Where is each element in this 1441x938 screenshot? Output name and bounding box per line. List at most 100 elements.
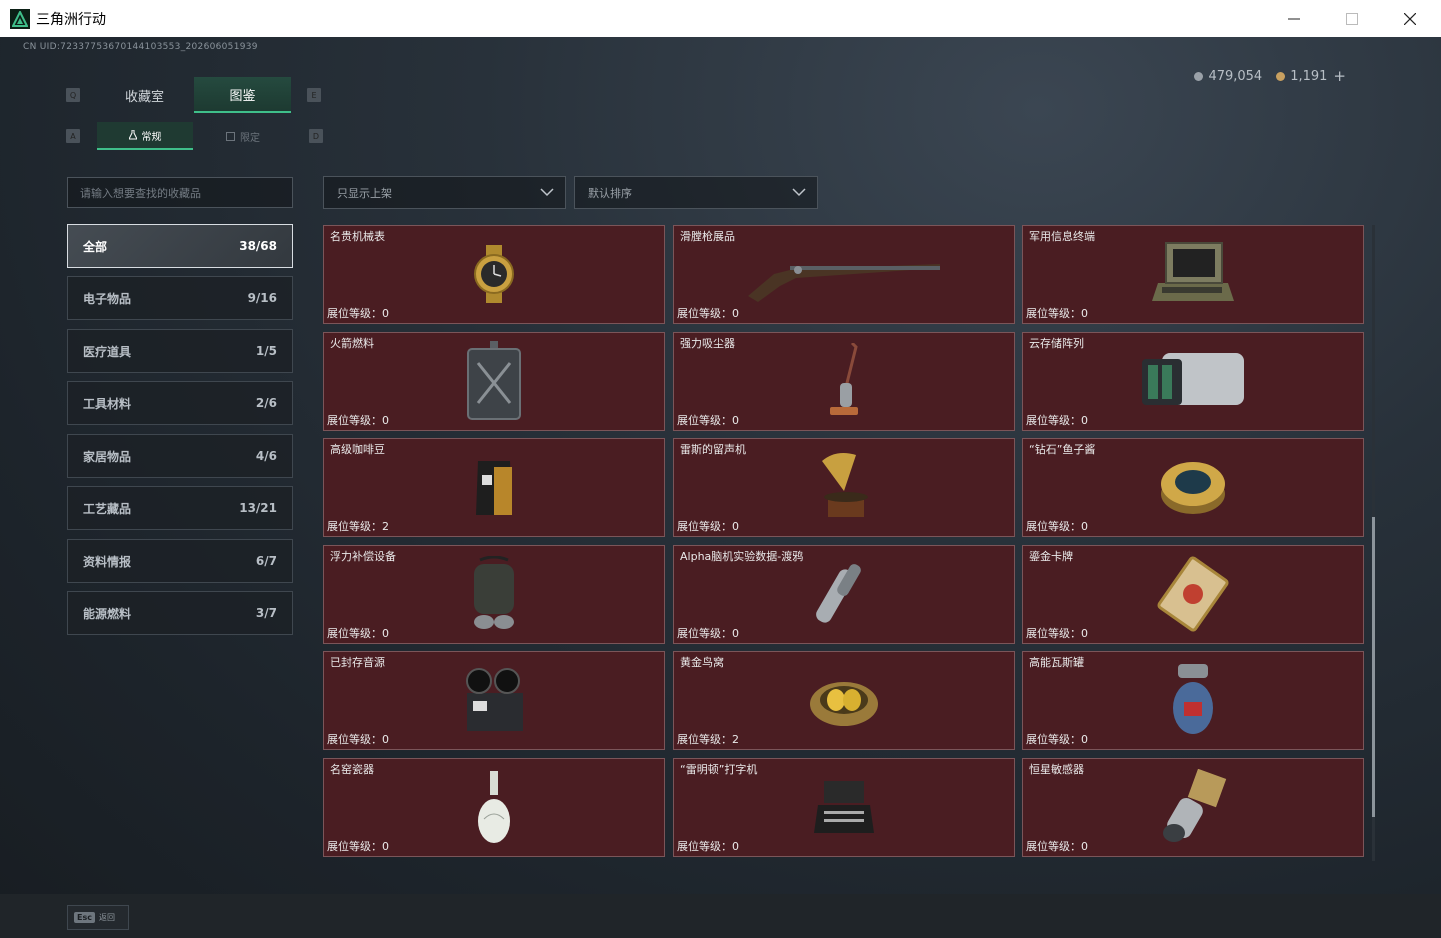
level-label: 展位等级：	[1026, 733, 1081, 746]
category-all[interactable]: 全部 38/68	[67, 224, 293, 268]
level-value: 0	[1081, 733, 1088, 746]
buoyancy-device-icon	[474, 556, 514, 629]
item-card[interactable]: 已封存音源 展位等级：0	[323, 651, 665, 750]
maximize-button[interactable]	[1323, 0, 1381, 37]
level-label: 展位等级：	[677, 733, 732, 746]
level-value: 0	[382, 733, 389, 746]
display-filter-value: 只显示上架	[337, 186, 392, 200]
bond-icon	[1276, 71, 1286, 81]
reel-recorder-icon	[466, 668, 523, 731]
display-filter-dropdown[interactable]: 只显示上架	[323, 176, 566, 209]
level-value: 0	[732, 307, 739, 320]
item-level: 展位等级：0	[677, 412, 739, 428]
item-card[interactable]: 滑膛枪展品 展位等级：0	[673, 225, 1015, 324]
subtab-limited[interactable]: 限定	[195, 122, 291, 150]
item-name: 高级咖啡豆	[330, 443, 385, 456]
item-card[interactable]: 黄金鸟窝 展位等级：2	[673, 651, 1015, 750]
item-card[interactable]: Alpha脑机实验数据-渡鸦 展位等级：0	[673, 545, 1015, 644]
category-label: 医疗道具	[83, 344, 132, 359]
item-card[interactable]: 云存储阵列 展位等级：0	[1022, 332, 1364, 431]
search-placeholder: 请输入想要查找的收藏品	[80, 186, 201, 200]
app-logo-icon	[10, 8, 30, 29]
item-card[interactable]: 名窑瓷器 展位等级：0	[323, 758, 665, 857]
category-label: 能源燃料	[83, 606, 132, 621]
level-label: 展位等级：	[327, 627, 382, 640]
category-tools[interactable]: 工具材料 2/6	[67, 381, 293, 425]
maximize-icon	[1346, 12, 1358, 25]
window-titlebar: 三角洲行动	[0, 0, 1441, 37]
item-level: 展位等级：0	[1026, 731, 1088, 747]
item-card[interactable]: 军用信息终端 展位等级：0	[1022, 225, 1364, 324]
level-label: 展位等级：	[677, 840, 732, 853]
level-label: 展位等级：	[1026, 414, 1081, 427]
coffee-bag-icon	[476, 461, 512, 515]
search-input[interactable]: 请输入想要查找的收藏品	[67, 177, 293, 208]
tab-label: 收藏室	[124, 89, 164, 105]
item-level: 展位等级：0	[327, 305, 389, 321]
item-card[interactable]: 名贵机械表 展位等级：0	[323, 225, 665, 324]
tab-prev-key[interactable]: Q	[66, 88, 80, 102]
item-level: 展位等级：0	[327, 625, 389, 641]
gramophone-icon	[822, 453, 868, 517]
category-intel[interactable]: 资料情报 6/7	[67, 539, 293, 583]
level-value: 0	[732, 520, 739, 533]
category-crafts[interactable]: 工艺藏品 13/21	[67, 486, 293, 530]
category-count: 9/16	[247, 291, 277, 305]
level-label: 展位等级：	[677, 627, 732, 640]
item-level: 展位等级：2	[677, 731, 739, 747]
item-level: 展位等级：0	[677, 518, 739, 534]
category-label: 工艺藏品	[83, 501, 132, 516]
item-card[interactable]: 强力吸尘器 展位等级：0	[673, 332, 1015, 431]
tab-next-key[interactable]: E	[307, 88, 321, 102]
item-grid-scroll-thumb[interactable]	[1372, 517, 1375, 817]
item-level: 展位等级：0	[677, 625, 739, 641]
minimize-button[interactable]	[1265, 0, 1323, 37]
category-electronics[interactable]: 电子物品 9/16	[67, 276, 293, 320]
subtab-regular[interactable]: 常规	[97, 122, 193, 150]
subtab-prev-key[interactable]: A	[66, 129, 80, 143]
level-value: 0	[732, 627, 739, 640]
category-count: 38/68	[239, 239, 277, 253]
item-level: 展位等级：0	[1026, 412, 1088, 428]
coin-icon	[1194, 71, 1204, 81]
item-card[interactable]: “钻石”鱼子酱 展位等级：0	[1022, 438, 1364, 537]
item-name: 云存储阵列	[1029, 337, 1084, 350]
add-currency-button[interactable]: +	[1333, 67, 1346, 85]
back-button[interactable]: Esc 返回	[67, 905, 129, 930]
item-name: Alpha脑机实验数据-渡鸦	[680, 550, 804, 563]
item-card[interactable]: 高级咖啡豆 展位等级：2	[323, 438, 665, 537]
item-card[interactable]: 恒星敏感器 展位等级：0	[1022, 758, 1364, 857]
category-medical[interactable]: 医疗道具 1/5	[67, 329, 293, 373]
item-card[interactable]: 高能瓦斯罐 展位等级：0	[1022, 651, 1364, 750]
item-level: 展位等级：2	[327, 518, 389, 534]
level-value: 2	[732, 733, 739, 746]
item-card[interactable]: 火箭燃料 展位等级：0	[323, 332, 665, 431]
category-label: 全部	[83, 239, 108, 254]
category-count: 2/6	[255, 396, 277, 410]
subtab-next-key[interactable]: D	[309, 129, 323, 143]
sort-dropdown[interactable]: 默认排序	[574, 176, 818, 209]
tab-collection-room[interactable]: 收藏室	[96, 77, 193, 113]
item-card[interactable]: 浮力补偿设备 展位等级：0	[323, 545, 665, 644]
chevron-down-icon	[540, 188, 554, 197]
item-card[interactable]: 雷斯的留声机 展位等级：0	[673, 438, 1015, 537]
category-household[interactable]: 家居物品 4/6	[67, 434, 293, 478]
box-icon	[226, 131, 235, 141]
level-label: 展位等级：	[677, 520, 732, 533]
category-energy[interactable]: 能源燃料 3/7	[67, 591, 293, 635]
item-name: “钻石”鱼子酱	[1029, 443, 1096, 456]
close-button[interactable]	[1381, 0, 1439, 37]
category-label: 家居物品	[83, 449, 132, 464]
category-count: 3/7	[255, 606, 277, 620]
tab-label: 图鉴	[229, 88, 256, 104]
item-level: 展位等级：0	[1026, 625, 1088, 641]
category-count: 1/5	[255, 344, 277, 358]
tab-catalog[interactable]: 图鉴	[194, 77, 291, 113]
item-card[interactable]: “雷明顿”打字机 展位等级：0	[673, 758, 1015, 857]
level-value: 0	[1081, 307, 1088, 320]
item-card[interactable]: 鎏金卡牌 展位等级：0	[1022, 545, 1364, 644]
bond-amount: 1,191	[1290, 68, 1328, 84]
level-label: 展位等级：	[677, 414, 732, 427]
golden-nest-icon	[810, 682, 878, 726]
item-name: 火箭燃料	[330, 337, 374, 350]
